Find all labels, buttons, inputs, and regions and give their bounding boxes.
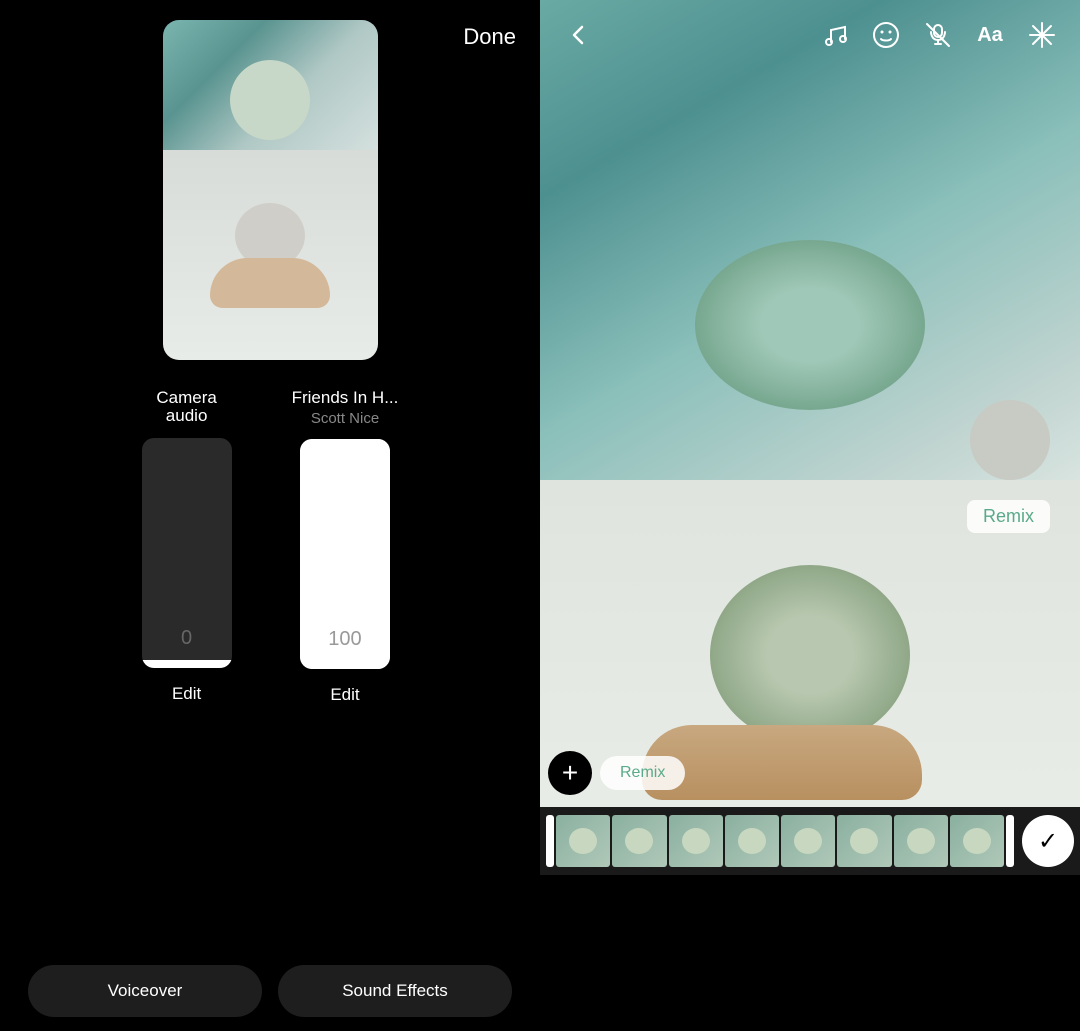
check-button[interactable]: ✓ (1022, 815, 1074, 867)
sparkle-icon-button[interactable] (1020, 13, 1064, 57)
filmstrip-frame-2 (612, 815, 666, 867)
plus-button[interactable]: + (548, 751, 592, 795)
camera-volume-slider[interactable]: 0 (142, 438, 232, 668)
sound-effects-button[interactable]: Sound Effects (278, 965, 512, 1017)
hand-shape (210, 258, 330, 308)
sound-effects-label: Sound Effects (342, 981, 448, 1001)
top-plant-leaf (695, 240, 925, 410)
bottom-plant-leaf (710, 565, 910, 745)
text-icon: Aa (977, 24, 1003, 47)
music-track-title: Friends In H... (292, 388, 399, 408)
done-button[interactable]: Done (463, 24, 516, 50)
camera-volume-value: 0 (181, 627, 192, 650)
remix-tag-top: Remix (967, 500, 1050, 533)
camera-audio-title-line2: audio (166, 406, 208, 426)
filmstrip-frame-1 (556, 815, 610, 867)
bottom-plant-container (710, 565, 910, 745)
filmstrip-frame-6 (837, 815, 891, 867)
top-icons-right: Aa (812, 13, 1064, 57)
camera-volume-fill (142, 660, 232, 668)
filmstrip-bar-left (546, 815, 554, 867)
bottom-hand (642, 725, 922, 800)
music-volume-value: 100 (328, 628, 361, 651)
music-volume-slider[interactable]: 100 (300, 439, 390, 669)
filmstrip-frame-4 (725, 815, 779, 867)
bottom-buttons: Voiceover Sound Effects (0, 951, 540, 1031)
plus-icon: + (562, 759, 578, 787)
remix-tag-bottom: Remix (600, 756, 685, 790)
filmstrip-frame-5 (781, 815, 835, 867)
top-plant-container (695, 240, 925, 440)
left-panel: Done Camera audio 0 Edit Friends In H... (0, 0, 540, 1031)
voiceover-label: Voiceover (108, 981, 183, 1001)
voiceover-button[interactable]: Voiceover (28, 965, 262, 1017)
filmstrip: ✓ (540, 807, 1080, 875)
camera-audio-track: Camera audio 0 Edit (142, 388, 232, 704)
right-top-bar: Aa (540, 0, 1080, 70)
right-panel: Aa Remix + Remix (540, 0, 1080, 1031)
filmstrip-bar-right (1006, 815, 1014, 867)
camera-audio-title-line1: Camera (156, 388, 216, 408)
rock-decoration (970, 400, 1050, 480)
filmstrip-frame-7 (894, 815, 948, 867)
plant-top-decoration (230, 60, 310, 140)
check-icon: ✓ (1038, 827, 1058, 856)
back-button[interactable] (556, 13, 600, 57)
video-preview (163, 20, 378, 360)
text-icon-button[interactable]: Aa (968, 13, 1012, 57)
music-edit-label[interactable]: Edit (330, 685, 359, 705)
filmstrip-frames[interactable] (556, 815, 1004, 867)
filmstrip-frame-3 (669, 815, 723, 867)
music-icon-button[interactable] (812, 13, 856, 57)
music-track: Friends In H... Scott Nice 100 Edit (292, 388, 399, 705)
camera-edit-label[interactable]: Edit (172, 684, 201, 704)
video-top-frame (163, 20, 378, 150)
video-bottom-frame (163, 150, 378, 360)
face-icon-button[interactable] (864, 13, 908, 57)
music-track-artist: Scott Nice (311, 410, 379, 427)
audio-controls: Camera audio 0 Edit Friends In H... Scot… (142, 388, 399, 705)
right-bottom-video: Remix + Remix (540, 480, 1080, 875)
hand-plant-decoration (210, 203, 330, 308)
voice-icon-button[interactable] (916, 13, 960, 57)
right-top-video (540, 0, 1080, 480)
filmstrip-frame-8 (950, 815, 1004, 867)
